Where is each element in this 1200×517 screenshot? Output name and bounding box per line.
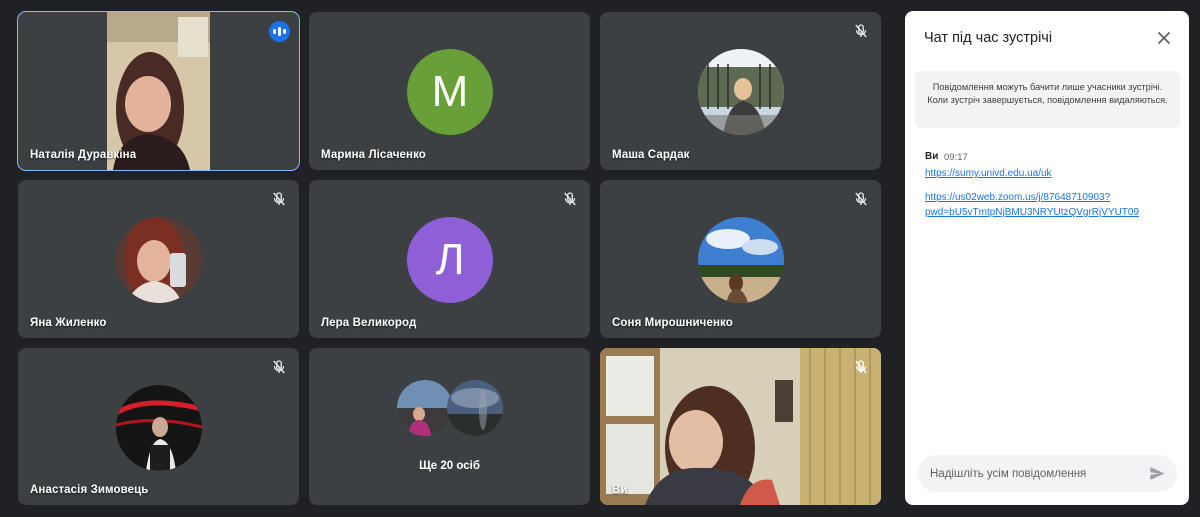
mic-off-icon — [855, 360, 867, 374]
participant-tile-6[interactable]: Соня Мирошниченко — [600, 180, 881, 338]
more-participants-tile[interactable]: Ще 20 осіб — [309, 348, 590, 505]
chat-message-input[interactable] — [930, 455, 1140, 492]
message-link[interactable]: https://sumy.univd.edu.ua/uk — [925, 166, 1052, 181]
avatar: М — [407, 49, 493, 135]
participant-name: Маша Сардак — [612, 149, 690, 161]
more-participants-label: Ще 20 осіб — [419, 460, 480, 472]
mic-off-icon — [273, 360, 285, 374]
message-time: 09:17 — [944, 152, 968, 163]
avatar: Л — [407, 217, 493, 303]
participant-tile-1[interactable]: Наталія Дуравкіна — [17, 11, 300, 171]
participant-video — [600, 348, 881, 505]
participant-name: Яна Жиленко — [30, 317, 107, 329]
mic-off-icon — [273, 192, 285, 206]
participant-name: Наталія Дуравкіна — [30, 149, 137, 161]
participant-name: Лера Великород — [321, 317, 417, 329]
message-link[interactable]: pwd=bU5vTmtpNjBMU3NRYUtzQVgrRjVYUT09 — [925, 205, 1139, 220]
participant-name: Марина Лісаченко — [321, 149, 426, 161]
participant-name: Анастасія Зимовець — [30, 484, 149, 496]
send-icon[interactable] — [1148, 464, 1167, 483]
avatar — [698, 49, 784, 135]
meeting-stage: Наталія Дуравкіна М Марина Лісаченко Маш… — [0, 0, 1200, 517]
avatar — [397, 380, 453, 436]
self-view-tile[interactable]: Ви — [600, 348, 881, 505]
participant-tile-4[interactable]: Яна Жиленко — [18, 180, 299, 338]
participant-name: Ви — [612, 484, 628, 496]
chat-input-box — [918, 455, 1177, 492]
participant-video — [18, 12, 299, 170]
avatar — [698, 217, 784, 303]
message-sender: Ви — [925, 151, 939, 162]
message-link[interactable]: https://us02web.zoom.us/j/87648710903? — [925, 190, 1110, 205]
participant-tile-2[interactable]: М Марина Лісаченко — [309, 12, 590, 170]
chat-panel: Чат під час зустрічі Повідомлення можуть… — [905, 11, 1189, 505]
chat-title: Чат під час зустрічі — [924, 30, 1053, 46]
participant-tile-3[interactable]: Маша Сардак — [600, 12, 881, 170]
avatar — [447, 380, 503, 436]
mic-off-icon — [855, 192, 867, 206]
participant-tile-5[interactable]: Л Лера Великород — [309, 180, 590, 338]
participant-name: Соня Мирошниченко — [612, 317, 733, 329]
mic-off-icon — [564, 192, 576, 206]
avatar — [116, 217, 202, 303]
participant-tile-7[interactable]: Анастасія Зимовець — [18, 348, 299, 505]
avatar — [116, 385, 202, 471]
chat-notice: Повідомлення можуть бачити лише учасники… — [915, 71, 1180, 128]
mic-off-icon — [855, 24, 867, 38]
speaking-indicator-icon — [269, 21, 290, 42]
close-icon[interactable] — [1153, 27, 1175, 49]
